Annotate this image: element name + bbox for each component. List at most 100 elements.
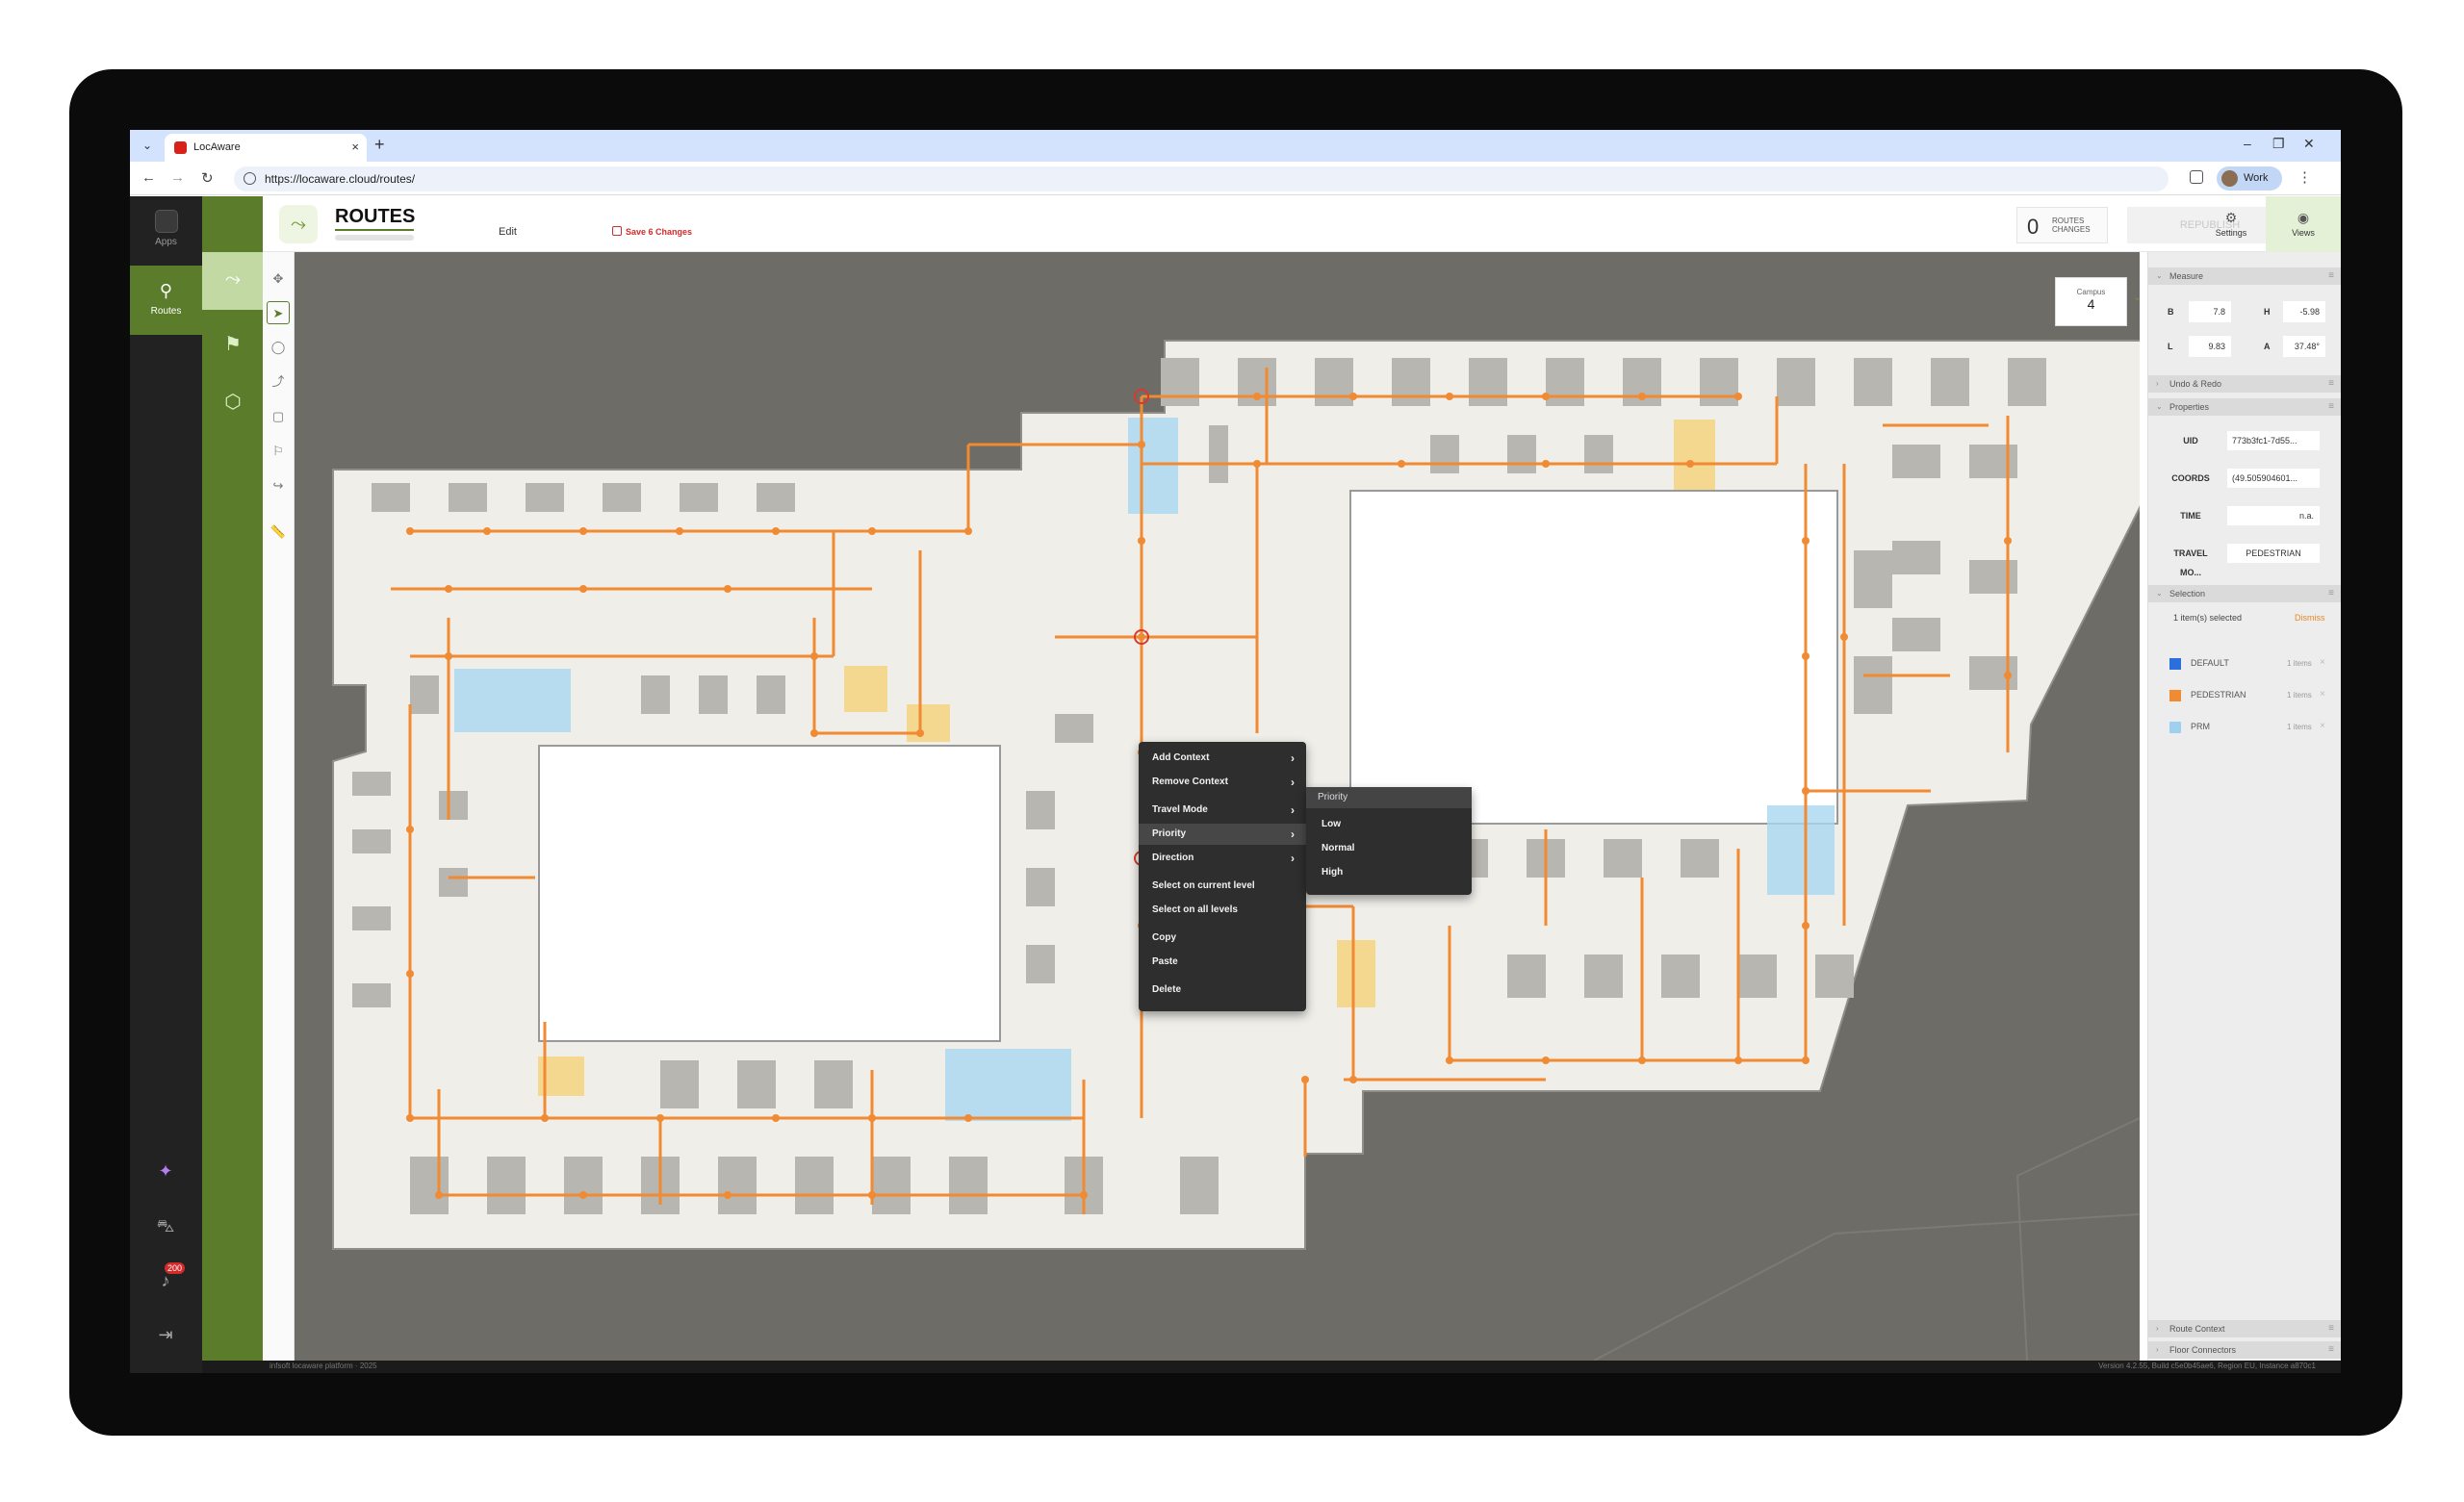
drag-handle-icon[interactable]: ≡ [2328,267,2334,285]
layer-default[interactable]: DEFAULT 1 items × [2169,656,2333,672]
save-changes-button[interactable]: Save 6 Changes [626,227,692,237]
measure-a-label: A [2264,342,2271,351]
layer-pedestrian[interactable]: PEDESTRIAN 1 items × [2169,688,2333,703]
tab-search-icon[interactable]: ⌄ [138,136,157,155]
browser-tab-bar: ⌄ LocAware × + – ❐ ✕ [130,130,2341,162]
chevron-right-icon: › [1291,776,1295,789]
menu-item-priority[interactable]: Priority › [1139,824,1306,845]
site-info-icon[interactable] [244,172,256,185]
measure-tool-icon[interactable]: 📏 [267,521,290,544]
layer-prm[interactable]: PRM 1 items × [2169,720,2333,735]
remove-icon[interactable]: × [2320,657,2325,668]
section-undo-redo[interactable]: › Undo & Redo ≡ [2148,375,2341,393]
background-road [2015,1117,2140,1361]
tab-close-icon[interactable]: × [351,140,359,154]
campus-selector[interactable]: Campus 4 [2055,277,2127,326]
remove-icon[interactable]: × [2320,689,2325,700]
sliders-icon: ⚙ [2224,210,2238,225]
node-tool-icon[interactable]: ▢ [267,405,290,428]
logout-icon[interactable]: ⇥ [153,1322,178,1347]
tab-title: LocAware [193,141,241,153]
section-floor-connectors[interactable]: › Floor Connectors ≡ [2148,1341,2341,1359]
measure-l-label: L [2168,342,2173,351]
flag-tool-icon[interactable]: ⚐ [267,440,290,463]
sidebar-item-routes[interactable]: ⚲ Routes [130,266,202,335]
layer-name: DEFAULT [2191,658,2229,668]
chevron-right-icon: › [1291,852,1295,865]
section-measure[interactable]: ⌄ Measure ≡ [2148,267,2341,285]
forward-icon[interactable]: → [170,169,185,186]
section-route-context[interactable]: › Route Context ≡ [2148,1320,2341,1337]
courtyard-east [1349,490,1838,825]
connector-tool-icon[interactable]: ↪ [267,474,290,497]
chevron-right-icon: › [2156,1345,2159,1354]
pan-tool-icon[interactable]: ✥ [267,267,290,291]
url-text: https://locaware.cloud/routes/ [265,172,416,186]
subnav-network[interactable]: ⬡ [202,373,263,431]
address-bar[interactable]: https://locaware.cloud/routes/ [234,166,2169,191]
draw-route-tool-icon[interactable]: ⤴ [267,370,290,394]
page-subtitle-placeholder [335,235,414,241]
menu-item-paste[interactable]: Paste [1139,952,1306,973]
menu-item-direction[interactable]: Direction › [1139,848,1306,869]
room-yellow [844,666,887,712]
browser-menu-icon[interactable]: ⋮ [2297,168,2312,186]
section-properties[interactable]: ⌄ Properties ≡ [2148,398,2341,416]
drag-handle-icon[interactable]: ≡ [2328,375,2334,393]
reload-icon[interactable]: ↻ [201,169,214,187]
menu-item-add-context[interactable]: Add Context › [1139,748,1306,769]
priority-low-option[interactable]: Low [1306,814,1472,835]
title-underline [335,229,414,231]
back-icon[interactable]: ← [141,169,156,186]
dismiss-button[interactable]: Dismiss [2295,613,2325,623]
room-blue [945,1049,1071,1121]
menu-item-remove-context[interactable]: Remove Context › [1139,772,1306,793]
hexagon-network-icon: ⬡ [224,392,242,413]
window-close-icon[interactable]: ✕ [2303,136,2315,152]
menu-item-select-current-level[interactable]: Select on current level [1139,876,1306,897]
profile-button[interactable]: Work [2217,166,2282,191]
notifications-button[interactable]: ♪ 200 [153,1262,186,1293]
select-tool-icon[interactable]: ➤ [267,301,290,324]
section-selection[interactable]: ⌄ Selection ≡ [2148,585,2341,602]
lasso-tool-icon[interactable]: ◯ [267,336,290,359]
room-yellow [1674,420,1715,490]
menu-item-travel-mode[interactable]: Travel Mode › [1139,800,1306,821]
screen: ⌄ LocAware × + – ❐ ✕ ← → ↻ https://locaw… [130,130,2341,1373]
chevron-right-icon: › [2156,379,2159,388]
drag-handle-icon[interactable]: ≡ [2328,398,2334,416]
drag-handle-icon[interactable]: ≡ [2328,585,2334,602]
bus-icon[interactable]: ⛍ [153,1213,178,1238]
menu-item-select-all-levels[interactable]: Select on all levels [1139,900,1306,921]
room-blue [454,669,571,732]
menu-item-copy[interactable]: Copy [1139,928,1306,949]
subnav-destinations[interactable]: ⚑ [202,316,263,373]
menu-item-delete[interactable]: Delete [1139,980,1306,1001]
travel-mode-value[interactable]: PEDESTRIAN [2227,544,2320,563]
edit-button[interactable]: Edit [499,226,517,238]
magic-wand-icon[interactable]: ✦ [153,1158,178,1184]
views-button[interactable]: ◉ Views [2266,196,2341,252]
restore-icon[interactable]: ❐ [2272,136,2285,152]
coords-value[interactable]: (49.505904601... [2227,469,2320,488]
drag-handle-icon[interactable]: ≡ [2328,1341,2334,1359]
subnav-routes[interactable]: ⤳ [202,252,263,310]
priority-high-option[interactable]: High [1306,862,1472,883]
minimize-icon[interactable]: – [2244,136,2251,151]
time-value[interactable]: n.a. [2227,506,2320,525]
sidebar-item-label: Apps [155,237,177,247]
extensions-icon[interactable] [2190,170,2203,184]
remove-icon[interactable]: × [2320,721,2325,731]
drag-handle-icon[interactable]: ≡ [2328,1320,2334,1337]
sidebar-item-apps[interactable]: Apps [130,204,202,258]
priority-normal-option[interactable]: Normal [1306,838,1472,859]
new-tab-icon[interactable]: + [374,135,385,155]
measure-h-value: -5.98 [2283,301,2325,322]
routes-icon: ⚲ [159,281,173,300]
settings-button[interactable]: ⚙ Settings [2194,196,2269,252]
chevron-down-icon[interactable]: ⌄ [2133,291,2142,303]
browser-tab[interactable]: LocAware × [165,134,367,162]
uid-value[interactable]: 773b3fc1-7d55... [2227,431,2320,450]
courtyard-west [538,745,1001,1042]
chevron-right-icon: › [1291,827,1295,841]
